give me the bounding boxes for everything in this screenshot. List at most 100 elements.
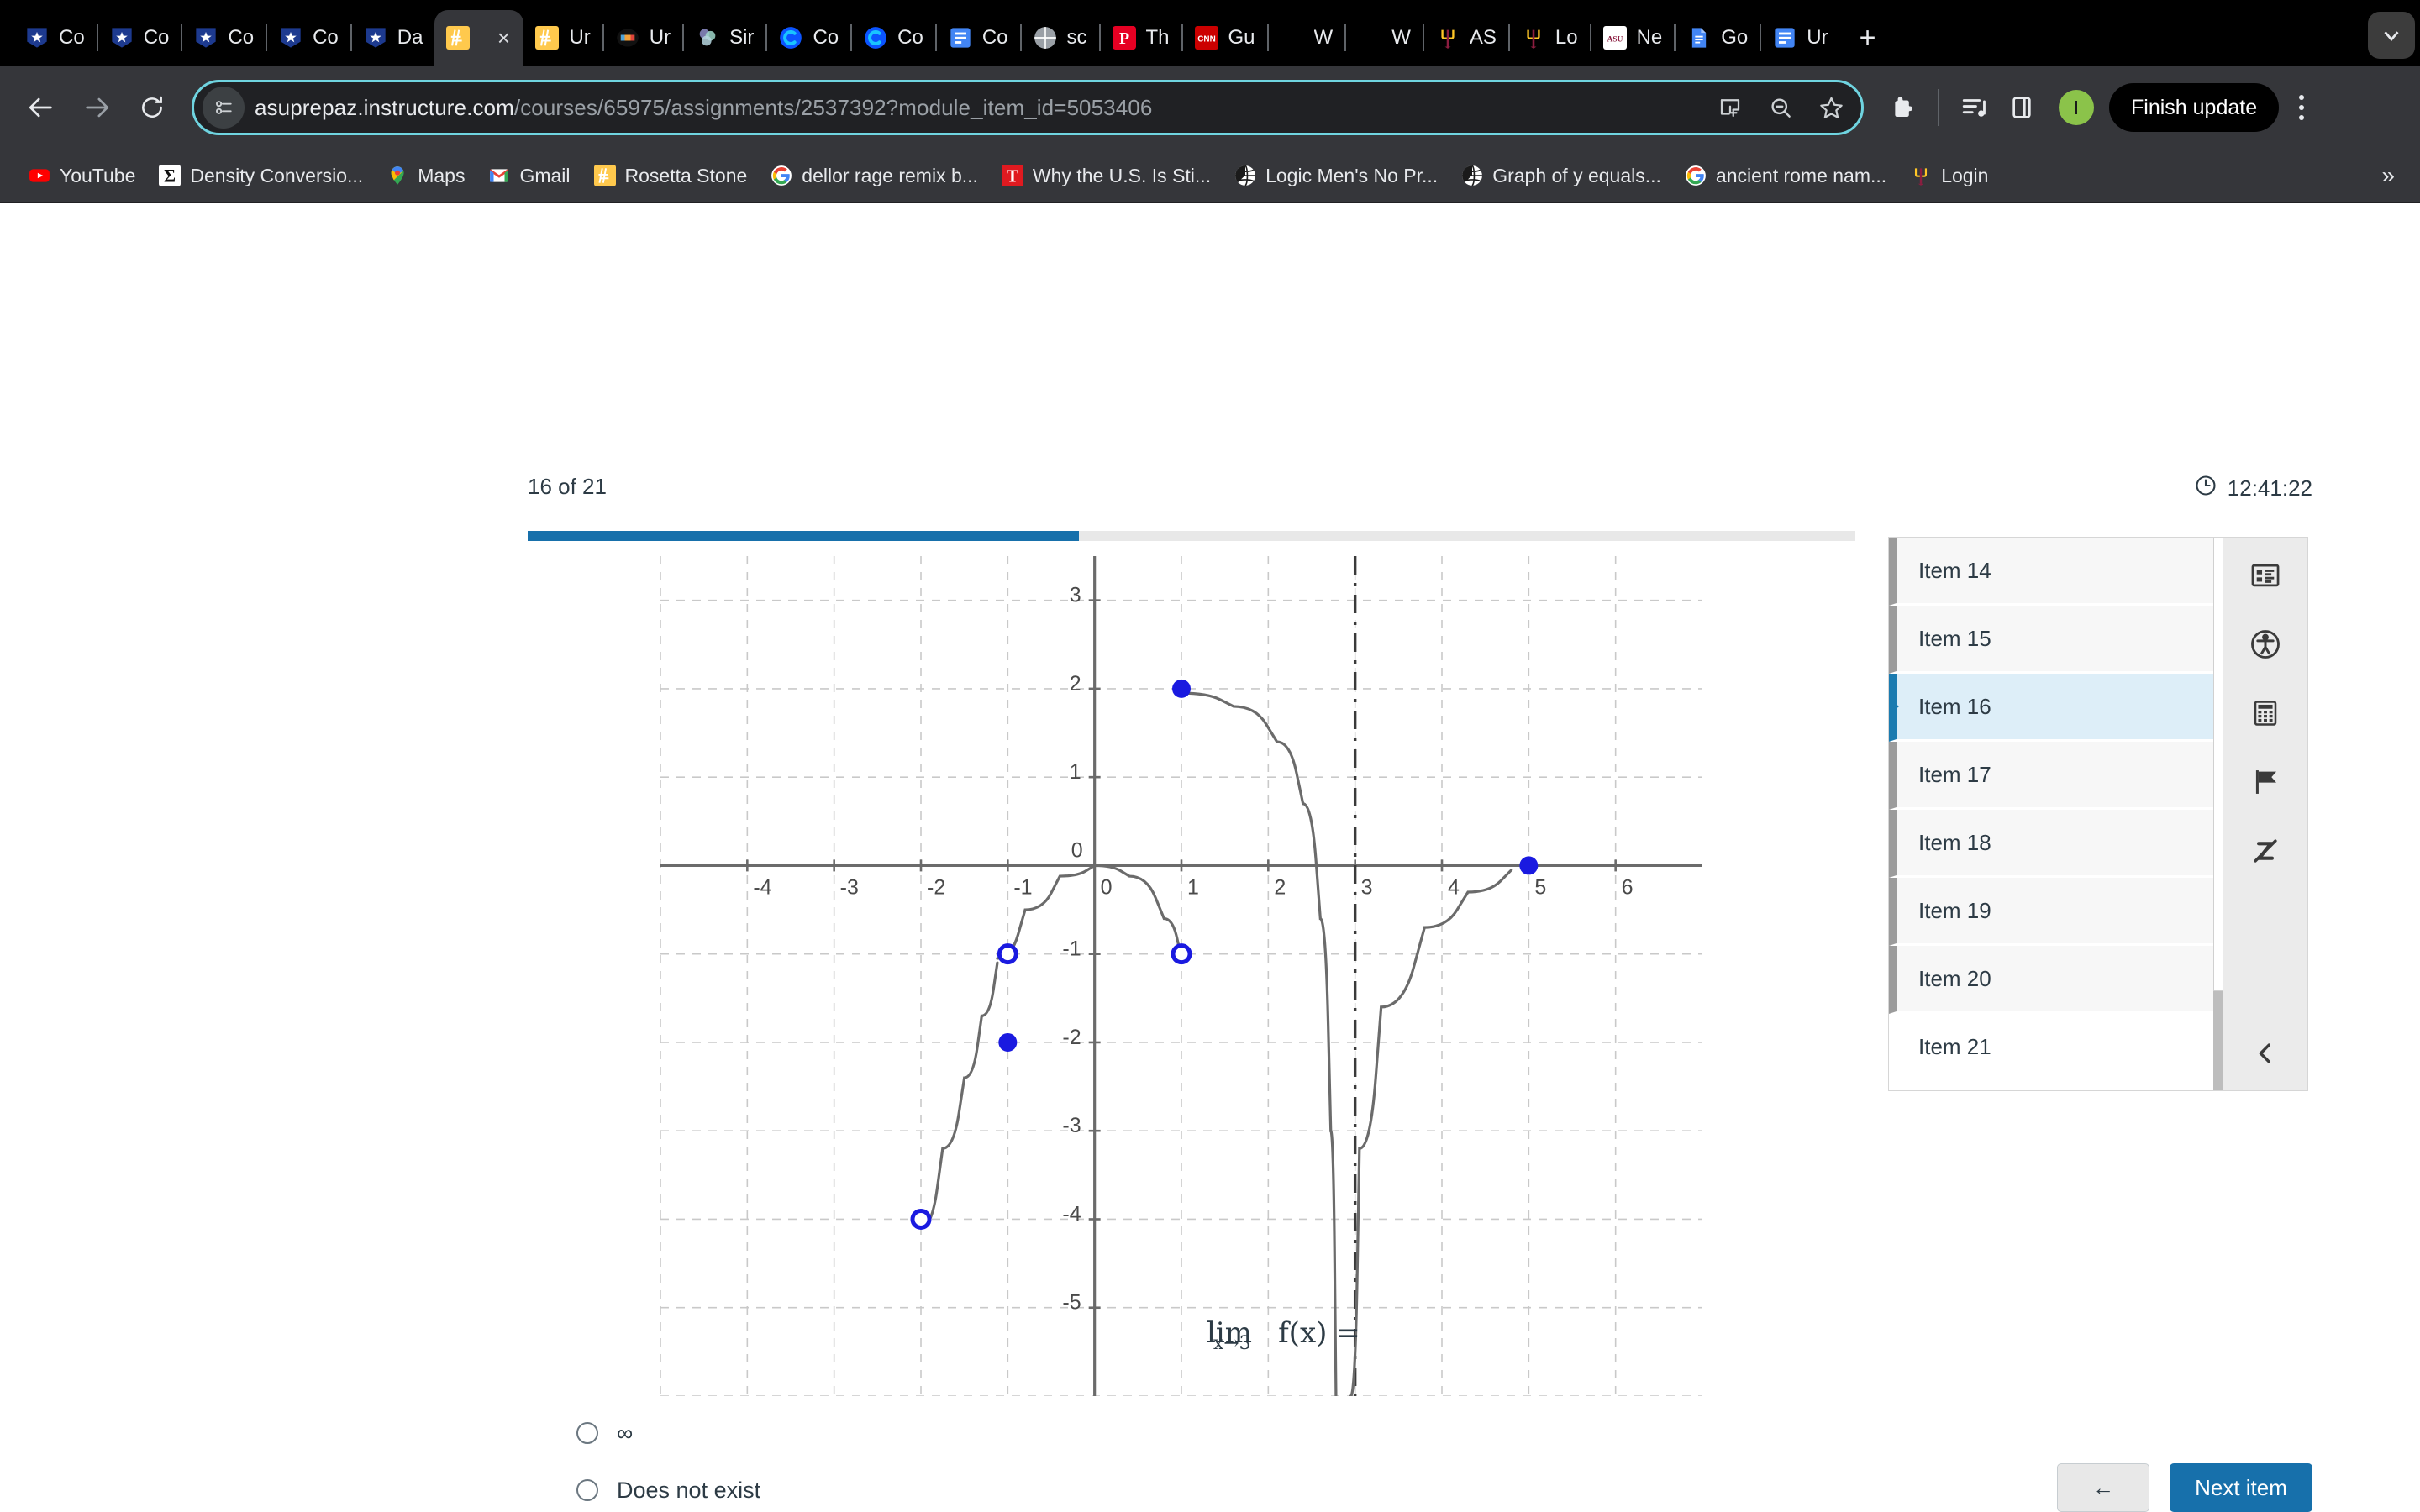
tab-label: Go <box>1721 26 1749 49</box>
limit-fx-text: f(x) = <box>1278 1316 1360 1350</box>
browser-tab[interactable]: Sir <box>684 10 765 66</box>
browser-window: Co Co Co Co Da × Ur Ur Sir Co Co Co sc P Th CNN Gu W W AS Lo… <box>0 0 2420 1512</box>
bookmark-item[interactable]: Σ Density Conversio... <box>147 155 375 196</box>
quiz-item-label: Item 19 <box>1918 897 1991 923</box>
items-scrollbar-track-lower[interactable] <box>2213 991 2224 1090</box>
browser-tab[interactable]: W <box>1346 10 1423 66</box>
browser-tab[interactable]: sc <box>1022 10 1099 66</box>
asu-pitchfork-icon <box>1436 26 1460 50</box>
quiz-item-row[interactable]: Item 20 <box>1889 946 2224 1014</box>
browser-tab[interactable]: Ur <box>604 10 682 66</box>
three-dot-menu-icon[interactable] <box>2282 95 2321 120</box>
bookmark-item[interactable]: dellor rage remix b... <box>759 155 990 196</box>
quiz-item-label: Item 21 <box>1918 1033 1991 1059</box>
tab-search-chevron-down-icon[interactable] <box>2368 12 2415 59</box>
forward-arrow-icon[interactable] <box>71 81 123 134</box>
quiz-item-row[interactable]: Item 19 <box>1889 878 2224 946</box>
quiz-item-label: Item 20 <box>1918 965 1991 991</box>
tab-label: Ur <box>1807 26 1828 49</box>
answer-radio-button[interactable] <box>576 1422 598 1444</box>
browser-tab[interactable]: Ur <box>1761 10 1839 66</box>
browser-tab[interactable]: × <box>434 10 524 66</box>
url-text: asuprepaz.instructure.com/courses/65975/… <box>255 94 1153 120</box>
browser-tab[interactable]: Go <box>1676 10 1760 66</box>
bookmark-item[interactable]: Gmail <box>476 155 581 196</box>
address-bar[interactable]: asuprepaz.instructure.com/courses/65975/… <box>192 80 1864 135</box>
quiz-item-row[interactable]: Item 16 <box>1889 674 2224 742</box>
quiz-item-row[interactable]: Item 14 <box>1889 538 2224 606</box>
browser-tab[interactable]: Co <box>937 10 1020 66</box>
browser-tab[interactable]: Co <box>852 10 935 66</box>
browser-tab[interactable]: CNN Gu <box>1183 10 1267 66</box>
cast-icon[interactable] <box>1712 89 1749 126</box>
items-scrollbar-thumb[interactable] <box>2213 538 2224 991</box>
bookmark-item[interactable]: ancient rome nam... <box>1673 155 1898 196</box>
quiz-item-row[interactable]: Item 21 <box>1889 1014 2224 1082</box>
reload-icon[interactable] <box>126 81 178 134</box>
browser-tab[interactable]: Lo <box>1510 10 1590 66</box>
bookmarks-overflow-button[interactable]: » <box>2373 162 2403 189</box>
bookmark-item[interactable]: Graph of y equals... <box>1449 155 1673 196</box>
gmail-icon <box>488 165 510 186</box>
tab-label: Co <box>813 26 839 49</box>
browser-tab[interactable]: ASU Ne <box>1591 10 1675 66</box>
browser-tab[interactable]: Co <box>267 10 350 66</box>
calculator-icon[interactable] <box>2246 694 2285 732</box>
close-icon[interactable]: × <box>490 24 517 51</box>
quiz-progress-bar <box>528 531 1855 541</box>
browser-tab[interactable]: Co <box>13 10 97 66</box>
maps-pin-icon <box>387 165 408 186</box>
quiz-item-row[interactable]: Item 15 <box>1889 606 2224 674</box>
bookmark-item[interactable]: Maps <box>375 155 476 196</box>
quiz-item-row[interactable]: Item 17 <box>1889 742 2224 810</box>
bookmark-star-icon[interactable] <box>1812 89 1849 126</box>
bookmark-item[interactable]: YouTube <box>17 155 147 196</box>
open-circle-point <box>997 943 1018 965</box>
browser-tab[interactable]: W <box>1269 10 1345 66</box>
quiz-item-row[interactable]: Item 18 <box>1889 810 2224 878</box>
browser-tab[interactable]: Co <box>182 10 266 66</box>
new-tab-button[interactable]: + <box>1849 18 1887 57</box>
browser-tab[interactable]: P Th <box>1101 10 1181 66</box>
browser-tab[interactable]: Co <box>98 10 182 66</box>
finish-update-button[interactable]: Finish update <box>2109 83 2280 132</box>
bookmark-item[interactable]: Login <box>1898 155 2000 196</box>
extensions-puzzle-icon[interactable] <box>1881 86 1924 129</box>
question-list-icon[interactable] <box>2246 556 2285 595</box>
items-scrollbar[interactable] <box>2213 538 2224 1090</box>
flag-icon[interactable] <box>2246 763 2285 801</box>
tab-label: Co <box>981 26 1008 49</box>
strikethrough-icon[interactable] <box>2246 832 2285 870</box>
reading-list-icon[interactable] <box>1953 86 1996 129</box>
bookmark-label: Gmail <box>519 164 571 186</box>
next-item-button[interactable]: Next item <box>2170 1463 2312 1512</box>
profile-avatar[interactable]: I <box>2059 90 2094 125</box>
side-panel-icon[interactable] <box>2000 86 2044 129</box>
accessibility-icon[interactable] <box>2246 625 2285 664</box>
previous-item-button[interactable]: ← <box>2057 1463 2149 1512</box>
tab-strip-right <box>2368 12 2415 66</box>
answer-radio-button[interactable] <box>576 1479 598 1501</box>
browser-tab[interactable]: Co <box>767 10 850 66</box>
browser-tab[interactable]: AS <box>1424 10 1508 66</box>
sites-icon <box>696 26 719 50</box>
closed-dot-point <box>1519 856 1539 875</box>
bookmark-item[interactable]: Logic Men's No Pr... <box>1223 155 1449 196</box>
browser-tab[interactable]: Ur <box>523 10 602 66</box>
zoom-out-icon[interactable] <box>1762 89 1799 126</box>
quiz-progress-fill <box>528 531 1079 541</box>
answer-option[interactable]: Does not exist <box>555 1462 1832 1512</box>
tab-label: Co <box>228 26 255 49</box>
back-arrow-icon[interactable] <box>15 81 67 134</box>
browser-tab[interactable]: Da <box>352 10 435 66</box>
bookmark-item[interactable]: T Why the U.S. Is Sti... <box>990 155 1223 196</box>
bookmark-label: YouTube <box>60 164 136 186</box>
site-info-icon[interactable] <box>203 87 245 129</box>
question-body: -4 -3 -2 -1 0 1 2 3 4 5 6 -5 -4 -3 -2 -1 1 2 3 0 limx→3 f(x… <box>528 556 1864 1398</box>
answer-option[interactable]: ∞ <box>555 1404 1832 1462</box>
closed-dot-point <box>998 1032 1018 1052</box>
chegg-icon <box>864 26 887 50</box>
bookmark-item[interactable]: Rosetta Stone <box>582 155 760 196</box>
panel-collapse-chevron-left-icon[interactable] <box>2251 1039 2280 1072</box>
quiz-items-list: Item 14 Item 15 Item 16 Item 17 Item 18 Item … <box>1889 538 2224 1090</box>
